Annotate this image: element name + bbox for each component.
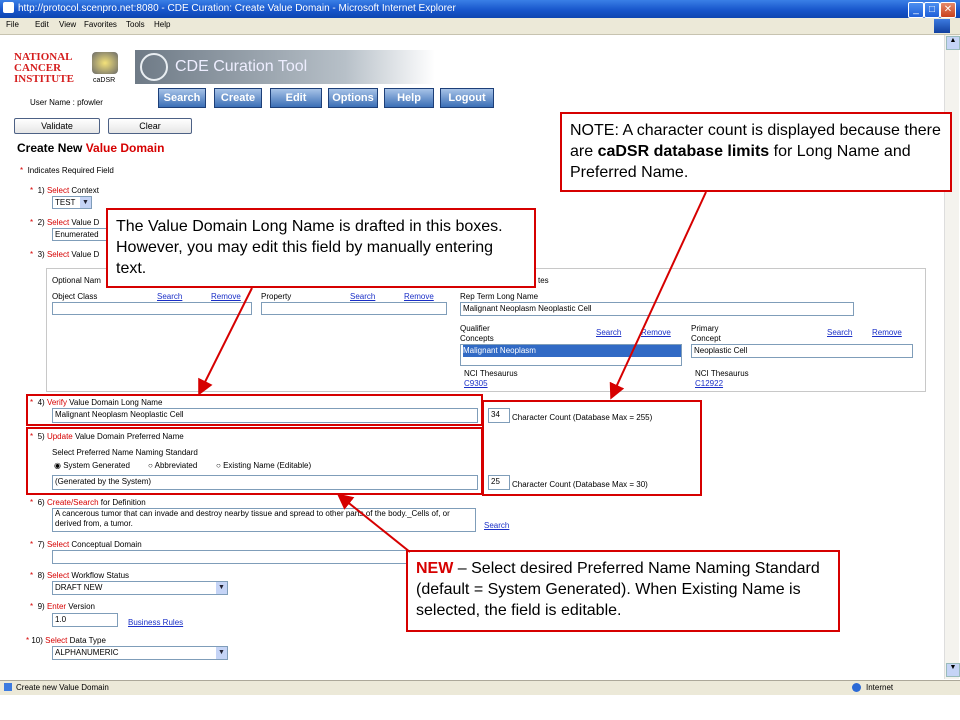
arrow-to-long-name [198,287,253,396]
status-bar: Create new Value Domain Internet [0,680,960,695]
globe-icon [852,683,861,692]
page-icon [4,683,12,691]
arrow-to-preferred-name [336,493,411,553]
status-text: Create new Value Domain [16,683,109,692]
callout-arrows [198,191,707,553]
arrow-note-to-count [609,191,707,400]
zone-label: Internet [866,683,894,692]
